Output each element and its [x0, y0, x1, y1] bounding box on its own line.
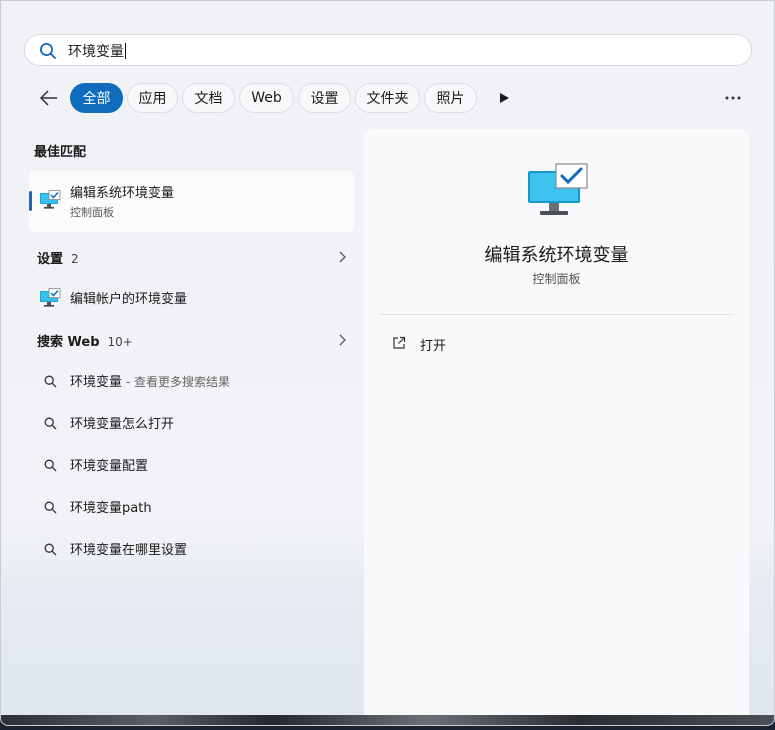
filter-tab-web[interactable]: Web [239, 83, 294, 113]
best-match-subtitle: 控制面板 [70, 206, 114, 219]
filter-tab-all[interactable]: 全部 [70, 83, 123, 113]
web-suggestion-item[interactable]: 环境变量配置 [70, 455, 148, 474]
open-external-icon[interactable] [392, 336, 406, 350]
search-icon [40, 43, 56, 59]
back-arrow-icon[interactable] [39, 89, 59, 107]
web-suggestion-item[interactable]: 环境变量path [70, 497, 152, 516]
wallpaper-strip [1, 715, 774, 725]
filter-tab-folders[interactable]: 文件夹 [355, 83, 420, 113]
search-box[interactable]: 环境变量 [24, 34, 752, 66]
web-section-heading[interactable]: 搜索 Web 10+ [37, 331, 133, 350]
chevron-right-icon[interactable] [338, 334, 346, 346]
search-icon [44, 459, 57, 472]
web-suggestion-hint: - 查看更多搜索结果 [122, 375, 230, 389]
settings-count: 2 [71, 252, 79, 266]
play-icon[interactable] [498, 92, 510, 104]
chevron-right-icon[interactable] [338, 251, 346, 263]
filter-tab-documents[interactable]: 文档 [182, 83, 235, 113]
preview-title: 编辑系统环境变量 [484, 245, 629, 266]
best-match-heading: 最佳匹配 [34, 145, 87, 160]
text-caret [125, 43, 126, 59]
web-results-count: 10+ [107, 335, 133, 349]
filter-tab-photos[interactable]: 照片 [424, 83, 477, 113]
search-panel: 环境变量 全部 应用 文档 Web 设置 文件夹 照片 最佳匹配 编辑系统环境变… [0, 0, 775, 726]
preview-subtitle: 控制面板 [532, 272, 581, 286]
web-suggestion-item[interactable]: 环境变量怎么打开 [70, 413, 174, 432]
settings-section-heading[interactable]: 设置 2 [37, 248, 79, 267]
search-icon [44, 417, 57, 430]
control-panel-monitor-icon [40, 190, 61, 209]
best-match-title: 编辑系统环境变量 [70, 186, 175, 201]
best-match-item[interactable] [29, 171, 354, 232]
control-panel-monitor-icon [40, 288, 61, 307]
divider [380, 314, 734, 315]
selection-indicator [29, 191, 32, 211]
search-input[interactable]: 环境变量 [68, 41, 126, 61]
search-icon [44, 375, 57, 388]
search-icon [44, 543, 57, 556]
web-suggestion-item[interactable]: 环境变量 - 查看更多搜索结果 [70, 371, 230, 390]
preview-pane: 编辑系统环境变量 控制面板 打开 [364, 129, 749, 725]
web-suggestion-item[interactable]: 环境变量在哪里设置 [70, 539, 187, 558]
open-action[interactable]: 打开 [420, 335, 446, 354]
filter-tab-apps[interactable]: 应用 [127, 83, 178, 113]
search-icon [44, 501, 57, 514]
filter-tab-settings[interactable]: 设置 [298, 83, 351, 113]
more-options-icon[interactable] [724, 95, 742, 101]
settings-result-item[interactable]: 编辑帐户的环境变量 [70, 288, 187, 307]
control-panel-monitor-icon [528, 163, 588, 215]
